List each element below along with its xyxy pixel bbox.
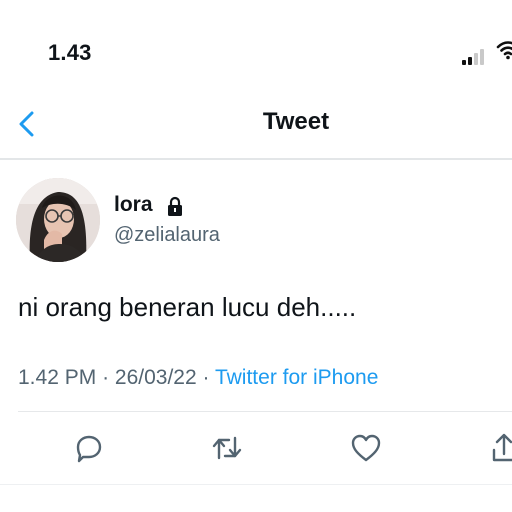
tweet-text: ni orang beneran lucu deh.....: [18, 292, 357, 322]
reply-button[interactable]: [70, 430, 106, 466]
tweet-meta: 1.42 PM · 26/03/22 · Twitter for iPhone: [18, 366, 378, 390]
actions-divider: [0, 484, 512, 485]
meta-divider: [18, 411, 512, 412]
meta-separator: ·: [202, 366, 210, 389]
meta-separator: ·: [102, 366, 110, 389]
header-divider: [0, 158, 512, 160]
wifi-icon: [496, 38, 512, 62]
like-button[interactable]: [348, 430, 384, 466]
lock-icon: [164, 195, 186, 217]
author-name[interactable]: lora: [114, 193, 153, 217]
signal-icon: [462, 47, 492, 65]
tweet-source-link[interactable]: Twitter for iPhone: [215, 366, 378, 389]
retweet-button[interactable]: [209, 430, 245, 466]
reply-icon: [76, 435, 102, 463]
avatar[interactable]: [16, 178, 100, 262]
status-bar: 1.43: [0, 0, 512, 80]
retweet-icon: [212, 436, 242, 460]
page-title: Tweet: [262, 108, 330, 135]
share-button[interactable]: [486, 430, 512, 466]
share-icon: [492, 433, 512, 462]
author-handle[interactable]: @zelialaura: [114, 224, 220, 247]
tweet-date: 26/03/22: [114, 366, 197, 389]
like-icon: [351, 434, 381, 462]
tweet-time: 1.42 PM: [18, 366, 97, 389]
navigation-header: Tweet: [0, 96, 512, 158]
status-time: 1.43: [48, 40, 92, 65]
